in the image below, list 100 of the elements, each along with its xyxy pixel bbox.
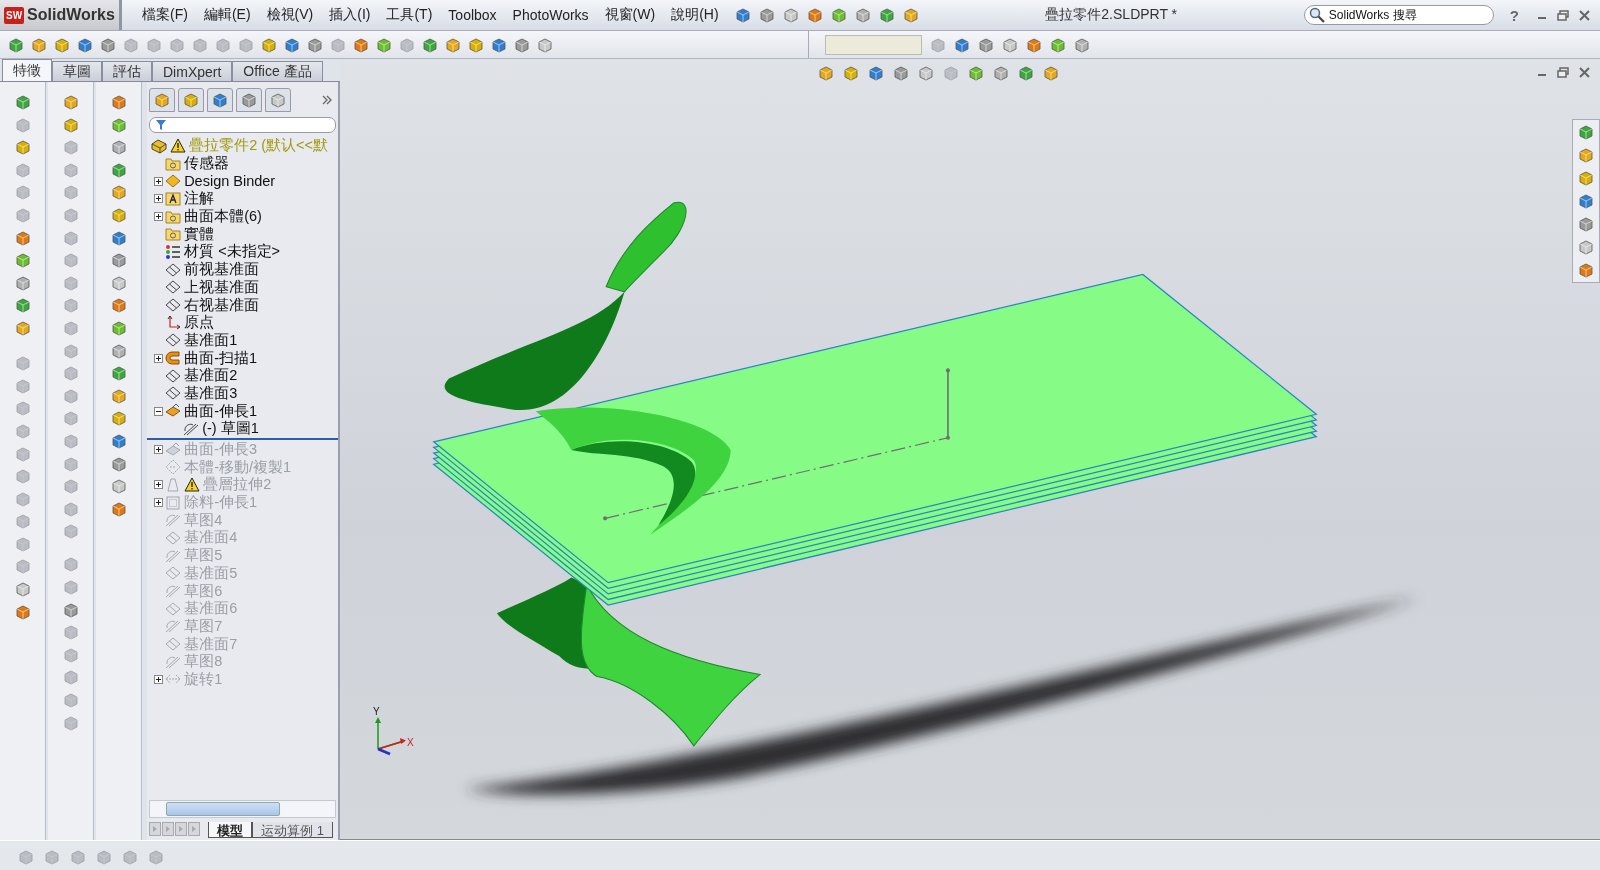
cube-icon[interactable] (110, 116, 127, 133)
expand-icon[interactable] (153, 176, 163, 186)
cube-icon[interactable] (14, 513, 31, 530)
menu-item[interactable]: 檢視(V) (258, 6, 322, 24)
cube-icon[interactable] (110, 139, 127, 156)
cube-icon[interactable] (843, 65, 859, 81)
cube-icon[interactable] (62, 252, 79, 269)
cube-icon[interactable] (14, 535, 31, 552)
cube-icon[interactable] (14, 139, 31, 156)
cube-icon[interactable] (1002, 36, 1018, 53)
expand-icon[interactable] (153, 194, 163, 204)
cube-icon[interactable] (62, 601, 79, 618)
cube-icon[interactable] (1074, 36, 1090, 53)
cube-icon[interactable] (110, 94, 127, 110)
cube-icon[interactable] (62, 478, 79, 495)
cube-icon[interactable] (62, 579, 79, 596)
cube-icon[interactable] (1578, 193, 1594, 209)
tree-item[interactable]: 曲面-扫描1 (184, 348, 258, 368)
cube-icon[interactable] (14, 94, 31, 110)
cube-icon[interactable] (62, 500, 79, 517)
cube-icon[interactable] (14, 558, 31, 575)
cube-icon[interactable] (14, 422, 31, 439)
cube-icon[interactable] (110, 184, 127, 201)
tree-item[interactable]: 上视基准面 (184, 277, 260, 297)
cube-icon[interactable] (62, 692, 79, 709)
expand-icon[interactable] (153, 480, 163, 490)
cube-icon[interactable] (818, 65, 834, 81)
expand-icon[interactable] (153, 498, 163, 508)
menu-item[interactable]: 插入(I) (321, 6, 379, 24)
cube-icon[interactable] (62, 410, 79, 427)
filter-field[interactable] (149, 117, 336, 133)
cube-icon[interactable] (110, 319, 127, 336)
cube-icon[interactable] (307, 36, 323, 53)
tree-item[interactable]: 基准面3 (184, 383, 238, 403)
cube-icon[interactable] (241, 92, 258, 108)
cube-icon[interactable] (110, 455, 127, 472)
cube-icon[interactable] (830, 7, 847, 23)
cube-icon[interactable] (14, 377, 31, 394)
tree-item[interactable]: 基准面2 (184, 366, 238, 386)
cube-icon[interactable] (978, 36, 994, 53)
cube-icon[interactable] (537, 36, 553, 53)
rollback-bar[interactable] (147, 437, 338, 440)
cube-icon[interactable] (62, 161, 79, 178)
cube-icon[interactable] (14, 274, 31, 291)
cube-icon[interactable] (1578, 147, 1594, 163)
tab-nav-icon[interactable] (149, 822, 162, 836)
help-button[interactable]: ? (1503, 5, 1525, 25)
cube-icon[interactable] (893, 65, 909, 81)
cube-icon[interactable] (806, 7, 823, 23)
cube-icon[interactable] (514, 36, 530, 53)
cube-icon[interactable] (491, 36, 507, 53)
tab-nav-icon[interactable] (162, 822, 175, 836)
panel-tab[interactable] (236, 88, 263, 112)
cube-icon[interactable] (110, 297, 127, 314)
cube-icon[interactable] (62, 624, 79, 641)
cube-icon[interactable] (100, 36, 116, 53)
panel-tab[interactable] (207, 88, 234, 112)
expand-icon[interactable] (153, 674, 163, 684)
command-tab[interactable]: 特徵 (2, 59, 52, 81)
cube-icon[interactable] (878, 7, 895, 23)
cube-icon[interactable] (215, 36, 231, 53)
tree-item[interactable]: 材質 <未指定> (184, 242, 281, 262)
cube-icon[interactable] (110, 478, 127, 495)
cube-icon[interactable] (14, 116, 31, 133)
panel-tab[interactable] (178, 88, 205, 112)
menu-item[interactable]: 說明(H) (663, 6, 727, 24)
cube-icon[interactable] (62, 319, 79, 336)
cube-icon[interactable] (110, 432, 127, 449)
collapse-icon[interactable] (153, 406, 163, 416)
cube-icon[interactable] (62, 139, 79, 156)
close-icon[interactable] (1579, 9, 1590, 21)
cube-icon[interactable] (868, 65, 884, 81)
cube-icon[interactable] (62, 556, 79, 573)
horizontal-scrollbar[interactable] (149, 800, 336, 818)
cube-icon[interactable] (31, 36, 47, 53)
cube-icon[interactable] (110, 387, 127, 404)
cube-icon[interactable] (14, 400, 31, 417)
close-icon[interactable] (1579, 67, 1590, 78)
cube-icon[interactable] (445, 36, 461, 53)
menu-item[interactable]: Toolbox (440, 6, 505, 24)
tab-nav-icon[interactable] (188, 822, 201, 836)
cube-icon[interactable] (854, 7, 871, 23)
cube-icon[interactable] (918, 65, 934, 81)
menu-item[interactable]: 檔案(F) (134, 6, 196, 24)
cube-icon[interactable] (1578, 124, 1594, 140)
cube-icon[interactable] (212, 92, 229, 108)
tab-nav-icon[interactable] (175, 822, 188, 836)
cube-icon[interactable] (110, 206, 127, 223)
cube-icon[interactable] (62, 523, 79, 540)
cube-icon[interactable] (930, 36, 946, 53)
command-tab[interactable]: Office 產品 (232, 61, 323, 81)
cube-icon[interactable] (1578, 216, 1594, 232)
cube-icon[interactable] (968, 65, 984, 81)
cube-icon[interactable] (183, 92, 200, 108)
cube-icon[interactable] (123, 36, 139, 53)
panel-tab[interactable] (265, 88, 292, 112)
cube-icon[interactable] (169, 36, 185, 53)
cube-icon[interactable] (422, 36, 438, 53)
cube-icon[interactable] (110, 500, 127, 517)
cube-icon[interactable] (284, 36, 300, 53)
